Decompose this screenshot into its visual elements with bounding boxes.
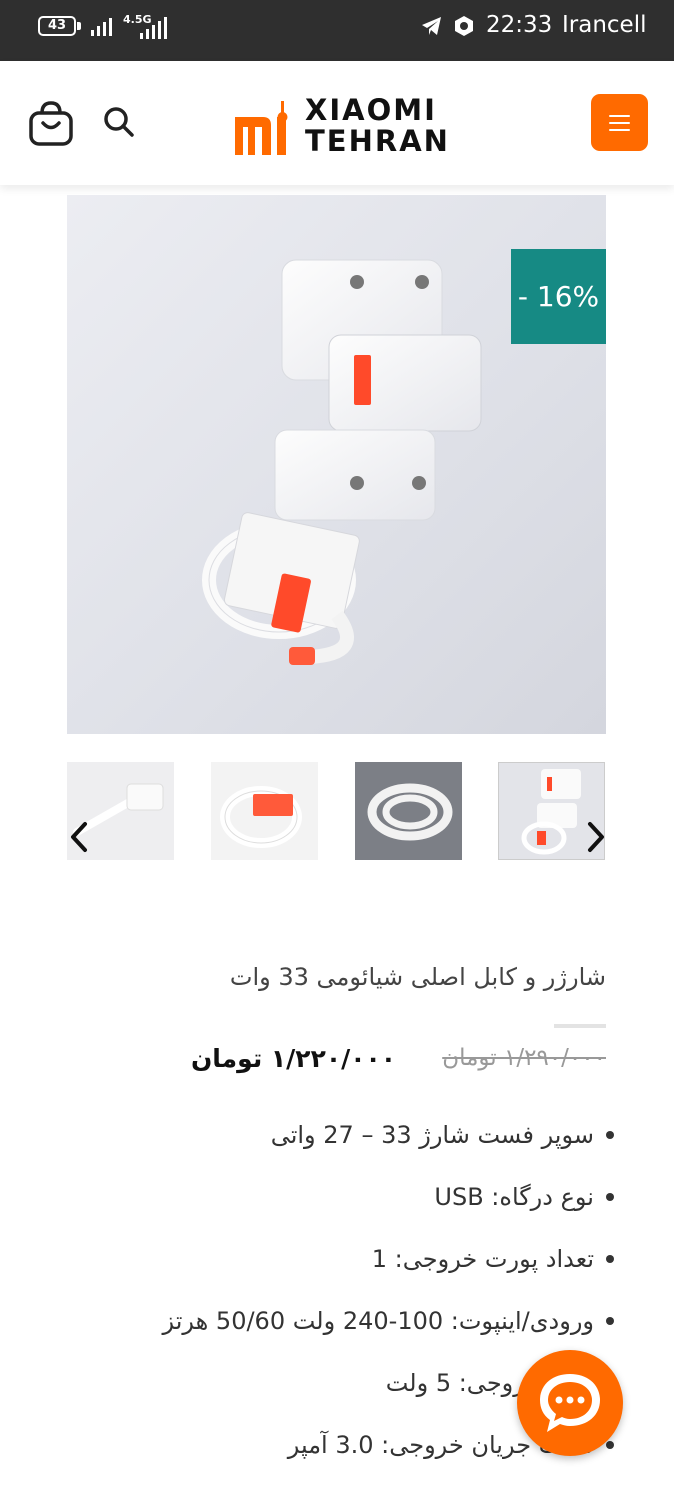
thumbnail-gallery [67, 762, 606, 860]
vpn-icon [455, 16, 473, 36]
logo-line2: TEHRAN [305, 124, 450, 158]
signal-icon [91, 18, 112, 36]
feature-item: تعداد پورت خروجی: 1 [34, 1239, 614, 1301]
cart-icon [29, 101, 73, 146]
telegram-icon [422, 17, 441, 35]
chat-button[interactable] [517, 1350, 623, 1456]
thumbnail-2[interactable] [211, 762, 318, 860]
battery-tip [77, 22, 81, 30]
old-price: ۱/۲۹۰/۰۰۰ تومان [442, 1045, 606, 1071]
search-icon [104, 107, 134, 137]
cart-button[interactable] [28, 99, 74, 147]
gallery-prev-arrow[interactable] [65, 820, 95, 854]
feature-item: سوپر فست شارژ 33 – 27 واتی [34, 1115, 614, 1177]
gallery-next-arrow[interactable] [580, 820, 610, 854]
logo-text: XIAOMI TEHRAN [305, 95, 450, 157]
search-button[interactable] [103, 106, 135, 138]
battery-indicator: 43 [38, 16, 76, 36]
thumbnail-image [220, 786, 302, 848]
mi-logo-icon [235, 101, 288, 155]
thumbnail-3[interactable] [355, 762, 462, 860]
feature-item: ولتاژ خروجی: 5 ولت [34, 1363, 614, 1425]
menu-icon [609, 115, 630, 117]
menu-icon [609, 122, 630, 124]
thumbnail-image [367, 783, 453, 841]
clock: 22:33 [486, 12, 553, 38]
menu-icon [609, 129, 630, 131]
feature-item: ورودی/اینپوت: 100-240 ولت 50/60 هرتز [34, 1301, 614, 1363]
site-header: XIAOMI TEHRAN [0, 61, 674, 185]
title-divider [554, 1024, 606, 1028]
status-bar: 43 4.5G 22:33 Irancell [0, 0, 674, 61]
site-logo[interactable]: XIAOMI TEHRAN [233, 95, 451, 157]
product-features-list: سوپر فست شارژ 33 – 27 واتی نوع درگاه: US… [34, 1115, 614, 1487]
feature-item: شدت جریان خروجی: 3.0 آمپر [34, 1425, 614, 1487]
feature-item: نوع درگاه: USB [34, 1177, 614, 1239]
chat-bubble-icon [540, 1374, 600, 1432]
carrier-name: Irancell [562, 12, 647, 38]
product-title: شارژر و کابل اصلی شیائومی 33 وات [229, 963, 606, 991]
logo-line1: XIAOMI [305, 93, 437, 127]
new-price: ۱/۲۲۰/۰۰۰ تومان [190, 1044, 396, 1073]
signal-icon [140, 17, 167, 39]
discount-badge: - 16% [511, 249, 606, 344]
menu-button[interactable] [591, 94, 648, 151]
